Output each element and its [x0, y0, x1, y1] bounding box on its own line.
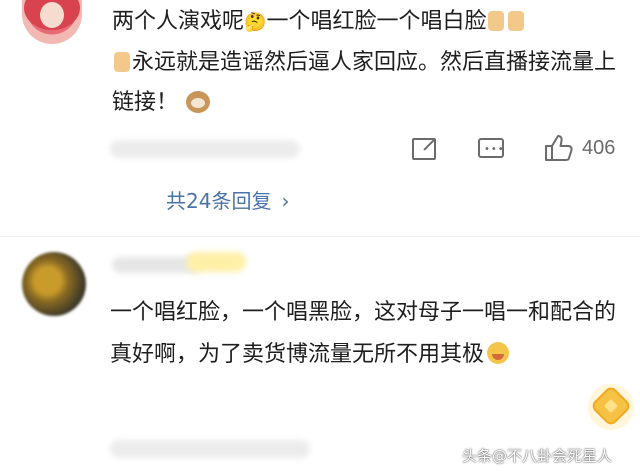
replies-label: 共24条回复	[166, 189, 272, 213]
share-icon[interactable]	[412, 138, 436, 160]
thumbs-up-emoji-icon	[114, 52, 130, 72]
like-count: 406	[582, 137, 616, 159]
comment-text-part: 一个唱红脸，一个唱黑脸，这对母子一唱一和配合的真好啊，为了卖货博流量无所不用其极	[110, 300, 617, 367]
comment-divider	[0, 236, 640, 237]
thumbs-up-emoji-icon	[508, 11, 525, 31]
blurred-comment-meta	[110, 440, 310, 458]
comment-text: 一个唱红脸，一个唱黑脸，这对母子一唱一和配合的真好啊，为了卖货博流量无所不用其极	[110, 292, 630, 376]
like-thumb-icon[interactable]	[544, 134, 574, 162]
view-replies-link[interactable]: 共24条回复 ›	[166, 185, 289, 214]
crying-emoji-icon	[487, 342, 510, 364]
gem-badge-icon[interactable]	[588, 384, 634, 430]
reply-comment-icon[interactable]: •••	[478, 138, 504, 158]
comment-text-part: 一个唱红脸一个唱白脸	[266, 9, 487, 34]
chevron-right-icon: ›	[281, 189, 290, 213]
comment-text-part: 两个人演戏呢	[112, 9, 245, 34]
blurred-user-badge	[186, 252, 246, 272]
cat-emoji-icon	[186, 91, 211, 113]
source-watermark: 头条@不八卦会死星人	[462, 447, 613, 465]
blurred-comment-meta	[110, 140, 300, 158]
commenter-avatar[interactable]	[22, 0, 82, 44]
thumbs-up-emoji-icon	[488, 11, 505, 31]
commenter-avatar[interactable]	[22, 252, 86, 316]
comment-text: 两个人演戏呢🤔一个唱红脸一个唱白脸 永远就是造谣然后逼人家回应。然后直播接流量上链…	[112, 2, 627, 123]
thinking-emoji-icon: 🤔	[244, 12, 267, 33]
